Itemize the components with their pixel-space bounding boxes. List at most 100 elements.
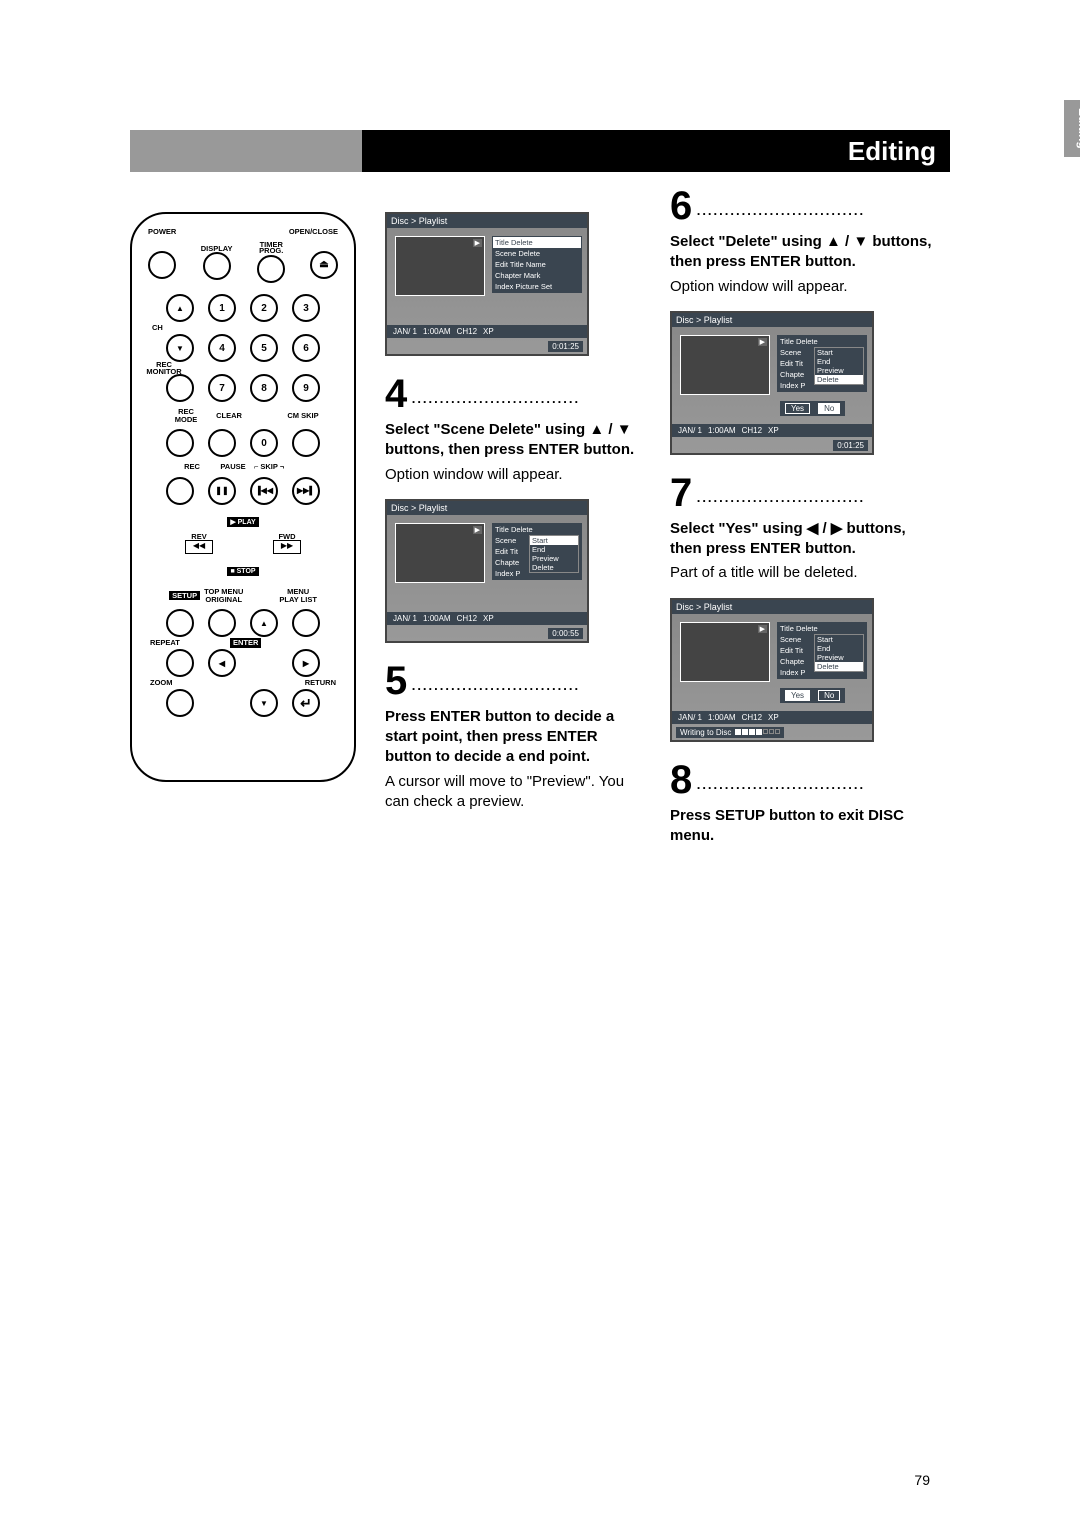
label-pause: PAUSE [216,463,250,471]
page-number: 79 [914,1472,930,1488]
label-enter: ENTER [230,638,261,648]
osd-breadcrumb: Disc > Playlist [387,501,587,515]
step-5-number: 5 [385,659,407,703]
label-rev: REV [185,533,213,541]
manual-page: Editing POWER OPEN/CLOSE DISPLAY TIMERPR… [130,130,950,186]
osd-writing-status: Writing to Disc [676,727,784,738]
osd-sub-delete: Delete [815,662,863,671]
play-button[interactable]: ▶ PLAY [227,517,258,527]
osd-no: No [818,690,840,701]
menu-button[interactable] [292,609,320,637]
label-cmskip: CM SKIP [286,412,320,420]
osd-preview-thumb [680,622,770,682]
display-button[interactable] [203,252,231,280]
osd-breadcrumb: Disc > Playlist [672,600,872,614]
digit-5-button[interactable]: 5 [250,334,278,362]
fwd-button[interactable]: ▶▶ [273,540,301,554]
osd-sub-start: Start [815,635,863,644]
osd-submenu: Start End Preview Delete [814,347,864,385]
label-setup: SETUP [169,591,200,601]
dots-icon: .............................. [412,391,580,406]
recmonitor-button[interactable] [166,374,194,402]
repeat-button[interactable] [166,649,194,677]
osd-confirm: YesNo [780,688,845,703]
osd-preview-thumb [395,236,485,296]
label-fwd: FWD [273,533,301,541]
osd-screen-step7: Disc > Playlist Title Delete Scene Edit … [670,598,874,742]
osd-item: Title Delete [778,623,866,634]
stop-button[interactable]: ■ STOP [227,567,258,576]
osd-menu-list: Title Delete Scene Delete Edit Title Nam… [492,236,582,293]
zoom-button[interactable] [166,689,194,717]
osd-submenu: Start End Preview Delete [814,634,864,672]
digit-0-button[interactable]: 0 [250,429,278,457]
return-button[interactable] [292,689,320,717]
digit-1-button[interactable]: 1 [208,294,236,322]
openclose-button[interactable] [310,251,338,279]
timer-prog-button[interactable] [257,255,285,283]
skip-back-button[interactable]: ▐◀◀ [250,477,278,505]
label-playlist: PLAY LIST [279,595,317,604]
dots-icon: .............................. [697,203,865,218]
power-button[interactable] [148,251,176,279]
nav-right-button[interactable] [292,649,320,677]
label-zoom: ZOOM [150,679,173,687]
label-openclose: OPEN/CLOSE [289,228,338,236]
digit-9-button[interactable]: 9 [292,374,320,402]
osd-status-bar: JAN/ 11:00AMCH12XP [672,424,872,437]
recmode-button[interactable] [166,429,194,457]
skip-fwd-button[interactable]: ▶▶▌ [292,477,320,505]
osd-status-bar: JAN/ 11:00AMCH12XP [387,612,587,625]
digit-3-button[interactable]: 3 [292,294,320,322]
header: Editing [130,130,950,172]
step-4-instruction: Select "Scene Delete" using / buttons, t… [385,420,643,461]
osd-confirm: YesNo [780,401,845,416]
osd-counter: 0:01:25 [833,440,868,451]
header-gray-block [130,130,362,172]
cmskip-button[interactable] [292,429,320,457]
step-7-description: Part of a title will be deleted. [670,563,936,583]
label-skip: SKIP [260,463,278,471]
step-5-description: A cursor will move to "Preview". You can… [385,772,643,813]
osd-preview-thumb [395,523,485,583]
digit-6-button[interactable]: 6 [292,334,320,362]
ch-down-button[interactable] [166,334,194,362]
column-right: 6 .............................. Select … [670,186,936,850]
osd-item-scene-delete: Scene Delete [493,248,581,259]
content-area: POWER OPEN/CLOSE DISPLAY TIMERPROG. 1 2 [130,172,950,186]
step-5-instruction: Press ENTER button to decide a start poi… [385,707,643,768]
osd-item-index-picture: Index Picture Set [493,281,581,292]
label-original: ORIGINAL [205,595,242,604]
step-6-description: Option window will appear. [670,277,936,297]
nav-left-button[interactable] [208,649,236,677]
step-6-number: 6 [670,184,692,228]
osd-sub-preview: Preview [815,653,863,662]
rev-button[interactable]: ◀◀ [185,540,213,554]
topmenu-button[interactable] [208,609,236,637]
osd-screen-step3: Disc > Playlist Title Delete Scene Delet… [385,212,589,356]
digit-7-button[interactable]: 7 [208,374,236,402]
pause-button[interactable]: ❚❚ [208,477,236,505]
step-7-number: 7 [670,471,692,515]
digit-4-button[interactable]: 4 [208,334,236,362]
osd-sub-end: End [815,644,863,653]
rec-button[interactable] [166,477,194,505]
step-8-instruction: Press SETUP button to exit DISC menu. [670,806,936,847]
osd-breadcrumb: Disc > Playlist [387,214,587,228]
osd-screen-step4: Disc > Playlist Title Delete Scene Edit … [385,499,589,643]
osd-item: Title Delete [493,524,581,535]
osd-no: No [818,403,840,414]
osd-item-title-delete: Title Delete [493,237,581,248]
nav-down-button[interactable] [250,689,278,717]
setup-button[interactable] [166,609,194,637]
digit-2-button[interactable]: 2 [250,294,278,322]
label-return: RETURN [305,679,336,687]
osd-counter: 0:00:55 [548,628,583,639]
step-4-description: Option window will appear. [385,465,643,485]
clear-button[interactable] [208,429,236,457]
digit-8-button[interactable]: 8 [250,374,278,402]
osd-submenu: Start End Preview Delete [529,535,579,573]
ch-up-button[interactable] [166,294,194,322]
section-title: Editing [362,130,950,172]
nav-up-button[interactable] [250,609,278,637]
